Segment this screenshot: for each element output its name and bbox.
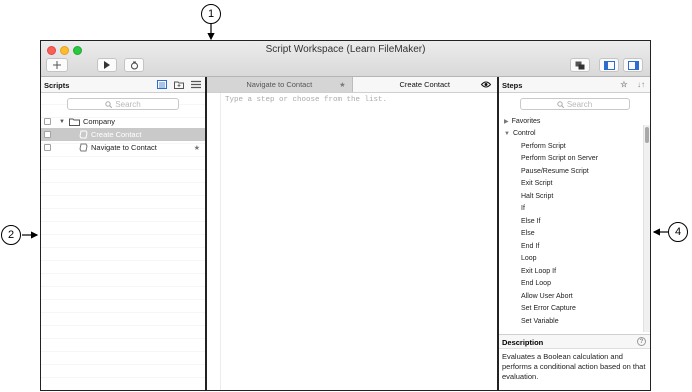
favorite-star-icon[interactable]: ★	[194, 144, 200, 152]
step-group-label: Control	[512, 130, 536, 138]
step-group-label: Favorites	[511, 117, 541, 125]
left-sidebar-icon	[603, 60, 615, 70]
debug-script-button[interactable]	[124, 58, 144, 72]
scripts-header: Scripts	[41, 77, 205, 93]
new-script-icon[interactable]	[157, 80, 167, 89]
tab-create-contact[interactable]: Create Contact	[352, 77, 497, 92]
steps-search-placeholder: Search	[566, 99, 593, 109]
script-icon	[79, 143, 88, 152]
callout-1: 1	[201, 4, 221, 24]
search-icon	[557, 100, 564, 108]
toggle-left-pane-button[interactable]	[599, 58, 619, 72]
description-panel: Description ? Evaluates a Boolean calcul…	[499, 334, 650, 390]
step-item[interactable]: Allow User Abort	[499, 290, 650, 303]
scripts-tree: ▼ Company Create Contact Navigate to Con…	[41, 115, 205, 154]
callout-4: 4	[668, 222, 688, 242]
script-checkbox[interactable]	[44, 131, 51, 138]
steps-search-input[interactable]: Search	[519, 98, 630, 110]
tab-navigate-to-contact[interactable]: Navigate to Contact ★	[207, 77, 353, 92]
disclosure-triangle-icon[interactable]: ▼	[59, 119, 65, 125]
description-text: Evaluates a Boolean calculation and perf…	[502, 352, 646, 381]
sort-icon[interactable]: ↓↑	[636, 80, 646, 89]
script-editor-pane: Navigate to Contact ★ Create Contact Typ…	[207, 77, 499, 390]
step-item[interactable]: If	[499, 203, 650, 216]
script-row[interactable]: Navigate to Contact ★	[41, 141, 205, 154]
scripts-search-placeholder: Search	[115, 99, 141, 109]
scripts-title: Scripts	[44, 81, 70, 90]
step-item[interactable]: Pause/Resume Script	[499, 165, 650, 178]
scripts-pane: Scripts Search ▼ Company Create Contact …	[41, 77, 207, 390]
favorite-star-outline-icon[interactable]: ☆	[619, 80, 629, 89]
steps-list: ▶ Favorites ▼ Control Perform Script Per…	[499, 115, 650, 328]
right-sidebar-icon	[627, 60, 639, 70]
step-group-favorites[interactable]: ▶ Favorites	[499, 115, 650, 128]
search-icon	[105, 100, 113, 108]
disclosure-triangle-icon[interactable]: ▶	[504, 118, 509, 125]
script-icon	[79, 130, 88, 139]
script-step-editor[interactable]: Type a step or choose from the list.	[207, 93, 497, 390]
step-item[interactable]: Halt Script	[499, 190, 650, 203]
debug-icon	[130, 61, 138, 69]
script-row[interactable]: Create Contact	[41, 128, 205, 141]
favorite-star-icon[interactable]: ★	[339, 81, 345, 89]
new-folder-icon[interactable]	[174, 80, 184, 89]
step-item[interactable]: Exit Loop If	[499, 265, 650, 278]
steps-title: Steps	[502, 81, 523, 90]
list-view-icon[interactable]	[191, 80, 201, 89]
step-item[interactable]: Else If	[499, 215, 650, 228]
callout-2: 2	[1, 225, 21, 245]
step-item[interactable]: Loop	[499, 253, 650, 266]
steps-header: Steps ☆ ↓↑	[499, 77, 650, 93]
windows-button[interactable]	[570, 58, 590, 72]
scrollbar-thumb[interactable]	[645, 127, 649, 143]
script-workspace-window: Script Workspace (Learn FileMaker) Scrip…	[40, 40, 651, 391]
scripts-search-input[interactable]: Search	[67, 98, 179, 110]
folder-icon	[68, 118, 80, 126]
steps-pane: Steps ☆ ↓↑ Search ▶ Favorites ▼ Control	[499, 77, 650, 390]
tab-label: Navigate to Contact	[246, 80, 313, 89]
step-item[interactable]: Set Variable	[499, 315, 650, 328]
step-item[interactable]: Set Error Capture	[499, 303, 650, 316]
step-item[interactable]: End If	[499, 240, 650, 253]
play-icon	[104, 61, 110, 69]
steps-scrollbar[interactable]	[643, 125, 650, 332]
step-group-control[interactable]: ▼ Control	[499, 128, 650, 141]
description-header: Description ?	[499, 335, 650, 349]
run-script-button[interactable]	[97, 58, 117, 72]
window-title: Script Workspace (Learn FileMaker)	[265, 44, 426, 55]
step-item[interactable]: End Loop	[499, 278, 650, 291]
script-label: Navigate to Contact	[91, 143, 157, 152]
script-label: Create Contact	[91, 130, 142, 139]
step-item[interactable]: Exit Script	[499, 178, 650, 191]
line-gutter	[207, 93, 221, 390]
new-script-button[interactable]	[46, 58, 68, 72]
description-title: Description	[502, 338, 544, 347]
disclosure-triangle-icon[interactable]: ▼	[504, 131, 510, 137]
eye-icon[interactable]	[480, 80, 492, 90]
help-icon[interactable]: ?	[637, 337, 646, 346]
stacked-windows-icon	[575, 61, 585, 69]
script-checkbox[interactable]	[44, 144, 51, 151]
folder-checkbox[interactable]	[44, 118, 51, 125]
folder-row-company[interactable]: ▼ Company	[41, 115, 205, 128]
toggle-right-pane-button[interactable]	[623, 58, 643, 72]
step-item[interactable]: Else	[499, 228, 650, 241]
plus-icon	[53, 61, 61, 69]
editor-placeholder: Type a step or choose from the list.	[225, 96, 388, 104]
step-item[interactable]: Perform Script	[499, 140, 650, 153]
title-bar: Script Workspace (Learn FileMaker)	[41, 41, 650, 77]
step-item[interactable]: Perform Script on Server	[499, 153, 650, 166]
tab-label: Create Contact	[399, 80, 450, 89]
folder-label: Company	[82, 117, 116, 126]
script-tabs: Navigate to Contact ★ Create Contact	[207, 77, 497, 93]
